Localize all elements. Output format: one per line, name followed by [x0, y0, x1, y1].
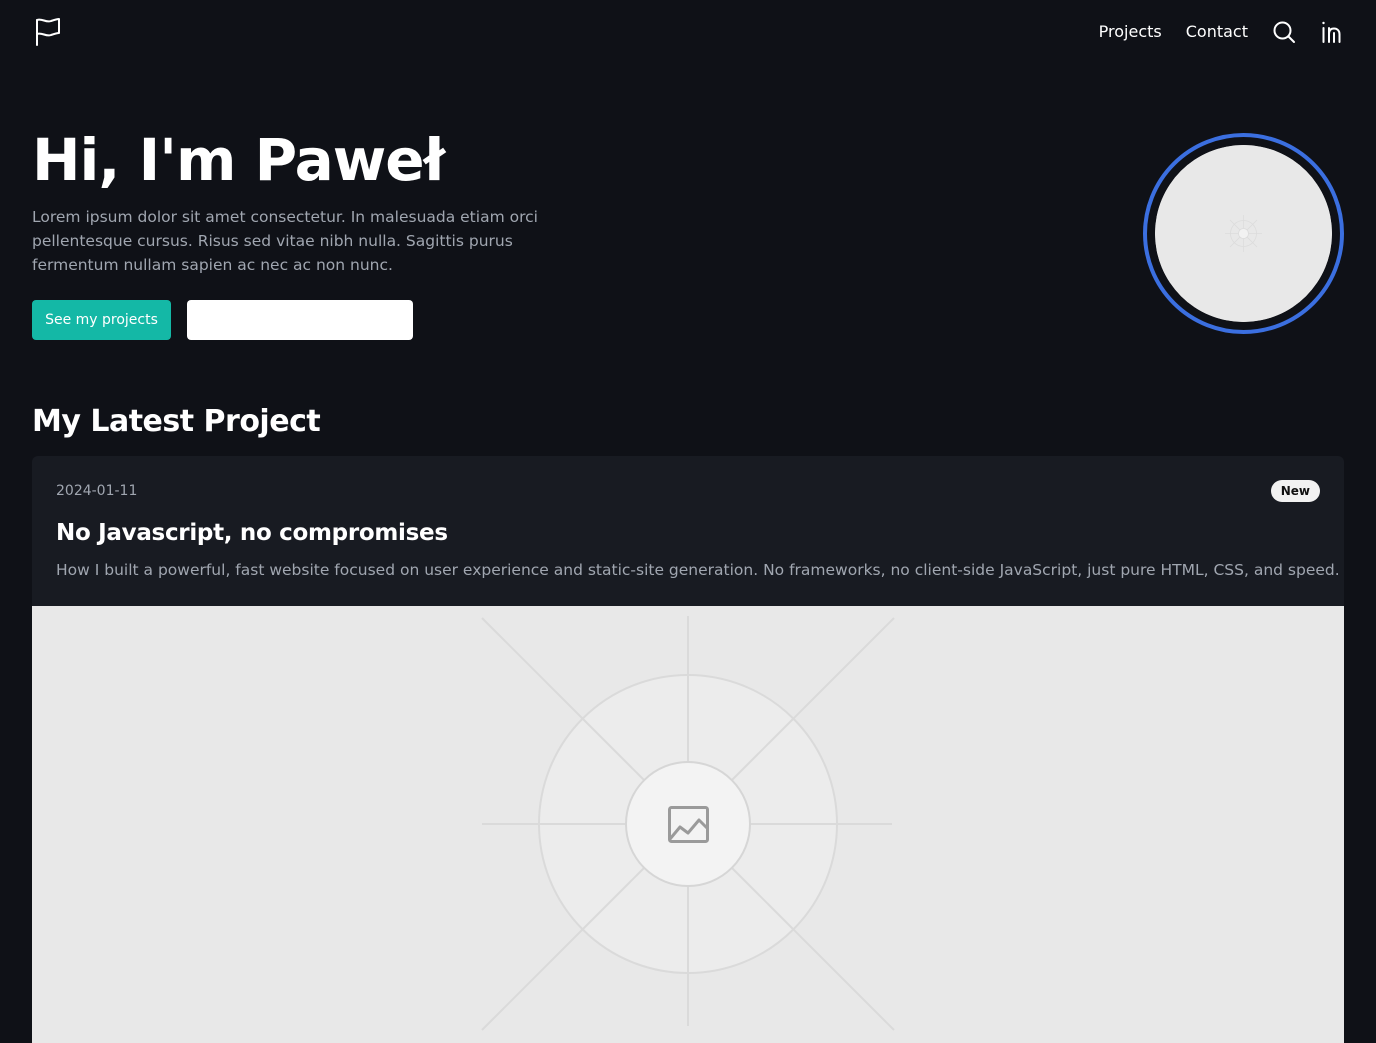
project-title[interactable]: No Javascript, no compromises: [56, 516, 448, 550]
new-badge: New: [1270, 480, 1320, 502]
project-description: How I built a powerful, fast website foc…: [56, 561, 1340, 579]
hero-description: Lorem ipsum dolor sit amet consectetur. …: [32, 208, 538, 274]
project-image[interactable]: [32, 606, 1344, 1043]
secondary-button[interactable]: [187, 300, 413, 340]
avatar-placeholder-icon: [1155, 145, 1332, 322]
nav-projects-link[interactable]: Projects: [1099, 18, 1162, 46]
hero-title: Hi, I'm Paweł: [32, 126, 445, 194]
flag-icon[interactable]: [32, 16, 64, 48]
project-date: 2024-01-11: [56, 483, 138, 499]
linkedin-icon[interactable]: [1320, 20, 1344, 44]
project-card[interactable]: 2024-01-11 New No Javascript, no comprom…: [32, 456, 1344, 1043]
search-icon[interactable]: [1272, 20, 1296, 44]
nav-contact-link[interactable]: Contact: [1186, 18, 1248, 46]
section-title: My Latest Project: [32, 404, 321, 439]
main-nav: Projects Contact: [1099, 18, 1344, 46]
image-placeholder-icon: [32, 606, 1344, 1043]
see-projects-button[interactable]: See my projects: [32, 300, 171, 340]
avatar: [1143, 133, 1344, 334]
page: Projects Contact Hi, I'm Paweł Lorem ips…: [0, 0, 1376, 1043]
